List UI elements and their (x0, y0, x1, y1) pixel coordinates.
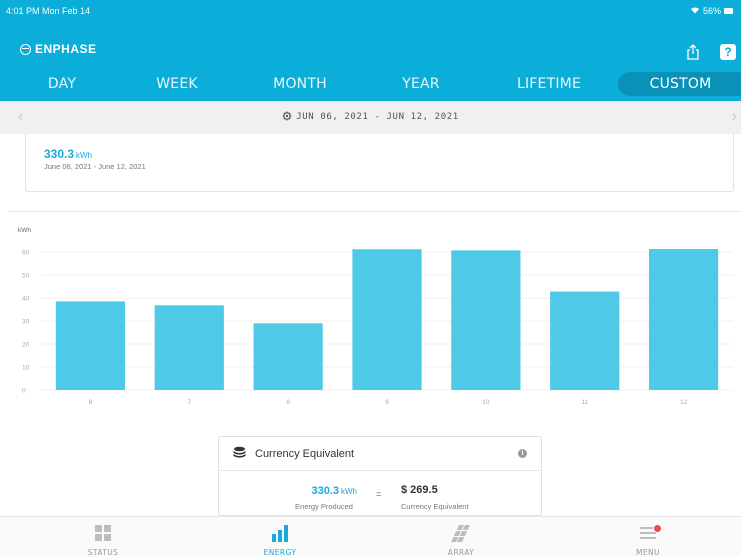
tab-month[interactable]: MONTH (260, 72, 340, 96)
nav-menu-label: MENU (636, 548, 660, 557)
header: 4:01 PM Mon Feb 14 56% ENPHASE ? DAY WEE… (0, 0, 741, 101)
status-bar: 4:01 PM Mon Feb 14 56% (0, 0, 741, 22)
x-tick-label: 8 (286, 399, 290, 406)
energy-summary-card: 330.3 kWh June 06, 2021 - June 12, 2021 (25, 134, 734, 192)
y-tick-label: 20 (22, 342, 30, 349)
battery-icon (724, 8, 733, 14)
x-tick-label: 9 (385, 399, 389, 406)
status-time: 4:01 PM Mon Feb 14 (6, 6, 91, 16)
share-icon[interactable] (686, 44, 700, 60)
coins-icon (233, 446, 246, 459)
energy-produced-value: 330.3 kWh (301, 485, 357, 497)
nav-array-label: ARRAY (447, 548, 475, 557)
grid-icon (95, 525, 111, 541)
status-indicators: 56% (690, 6, 733, 16)
nav-energy[interactable]: ENERGY (220, 517, 340, 557)
energy-produced-number: 330.3 (311, 485, 339, 497)
currency-card-title: Currency Equivalent (255, 448, 355, 460)
bar (352, 249, 422, 390)
tab-week[interactable]: WEEK (137, 72, 217, 96)
nav-status-label: STATUS (87, 548, 119, 557)
tab-lifetime[interactable]: LIFETIME (509, 72, 589, 96)
y-axis-label: kWh (18, 227, 31, 234)
wifi-icon (690, 6, 700, 16)
y-tick-label: 30 (22, 319, 30, 326)
bar (550, 291, 620, 390)
date-range-selector[interactable]: JUN 06, 2021 - JUN 12, 2021 (0, 111, 741, 124)
enphase-logo-icon (20, 43, 31, 55)
bar (253, 323, 323, 390)
notification-badge (654, 525, 661, 532)
bottom-navigation: STATUS ENERGY ARRAY MENU (0, 516, 741, 557)
bar (648, 249, 719, 390)
energy-bar-chart: kWh 0 10 20 30 40 50 60 6 7 8 9 10 11 12 (18, 227, 733, 406)
nav-array[interactable]: ARRAY (401, 517, 521, 557)
summary-value-number: 330.3 (44, 147, 75, 161)
tab-year[interactable]: YEAR (381, 72, 461, 96)
next-arrow-icon[interactable]: › (732, 108, 737, 126)
summary-energy-value: 330.3 kWh (44, 147, 92, 161)
currency-label: Currency Equivalent (401, 502, 469, 511)
bar (451, 250, 521, 390)
bar (154, 305, 224, 390)
period-tabs: DAY WEEK MONTH YEAR LIFETIME CUSTOM (0, 72, 741, 96)
energy-produced-label: Energy Produced (295, 502, 353, 511)
gear-icon (282, 111, 292, 124)
nav-menu[interactable]: MENU (588, 517, 708, 557)
nav-energy-label: ENERGY (263, 548, 297, 557)
bar (55, 301, 126, 390)
brand-logo: ENPHASE (20, 42, 97, 56)
summary-date-range: June 06, 2021 - June 12, 2021 (44, 162, 146, 171)
info-icon[interactable]: i (518, 449, 527, 458)
currency-value: $ 269.5 (401, 484, 438, 496)
y-tick-label: 0 (22, 388, 26, 395)
app-root: 4:01 PM Mon Feb 14 56% ENPHASE ? DAY WEE… (0, 0, 741, 557)
energy-produced-unit: kWh (341, 487, 357, 496)
bar-chart-icon (272, 525, 288, 542)
currency-equivalent-card: Currency Equivalent i 330.3 kWh Energy Pr… (218, 436, 542, 516)
tab-day[interactable]: DAY (22, 72, 102, 96)
x-tick-label: 11 (581, 399, 588, 406)
x-tick-label: 6 (89, 399, 93, 406)
help-icon[interactable]: ? (720, 44, 736, 60)
battery-percentage: 56% (702, 6, 721, 16)
y-tick-label: 10 (22, 365, 30, 372)
tab-custom[interactable]: CUSTOM (618, 72, 741, 96)
x-tick-label: 7 (187, 399, 191, 406)
date-range-bar: ‹ JUN 06, 2021 - JUN 12, 2021 › (0, 101, 741, 134)
equals-sign: = (376, 489, 382, 499)
solar-array-icon (451, 525, 470, 542)
y-tick-label: 50 (22, 273, 30, 280)
currency-card-header: Currency Equivalent i (219, 437, 541, 471)
brand-name: ENPHASE (35, 42, 97, 56)
summary-value-unit: kWh (76, 151, 93, 160)
divider (8, 211, 741, 212)
nav-status[interactable]: STATUS (43, 517, 163, 557)
x-tick-label: 12 (680, 399, 688, 406)
y-tick-label: 40 (22, 296, 30, 303)
date-range-label: JUN 06, 2021 - JUN 12, 2021 (296, 112, 459, 122)
y-tick-label: 60 (22, 250, 30, 257)
x-tick-label: 10 (482, 399, 490, 406)
